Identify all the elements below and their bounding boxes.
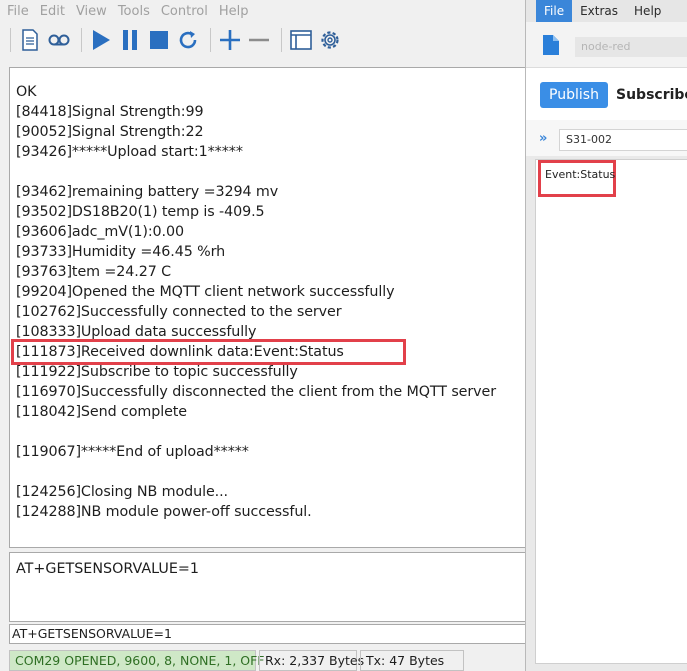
toolbar-separator	[281, 28, 282, 52]
file-icon[interactable]	[542, 34, 560, 56]
add-button[interactable]	[217, 27, 243, 53]
pause-icon	[123, 30, 137, 50]
refresh-button[interactable]	[175, 27, 201, 53]
toolbar	[0, 24, 530, 56]
minus-icon	[249, 38, 269, 42]
output-line: [102762]Successfully connected to the se…	[16, 304, 342, 320]
command-history-field[interactable]: AT+GETSENSORVALUE=1	[9, 624, 528, 644]
menu-help[interactable]: Help	[219, 4, 249, 19]
disconnect-button[interactable]	[146, 27, 172, 53]
menu-tools[interactable]: Tools	[118, 4, 150, 19]
connection-tabs: node-red	[526, 22, 687, 68]
output-line: [124256]Closing NB module...	[16, 484, 228, 500]
highlighted-output-line: [111873]Received downlink data:Event:Sta…	[11, 339, 406, 365]
output-line: [93426]*****Upload start:1*****	[16, 144, 243, 160]
desktop: File Edit View Tools Control Help OK [84…	[0, 0, 687, 671]
output-line: [116970]Successfully disconnected the cl…	[16, 384, 496, 400]
tape-icon	[48, 34, 70, 46]
serial-output-area[interactable]: OK [84418]Signal Strength:99 [90052]Signal…	[9, 67, 528, 548]
toolbar-separator	[81, 28, 82, 52]
settings-button[interactable]	[317, 27, 343, 53]
toolbar-separator	[210, 28, 211, 52]
view-window-button[interactable]	[288, 27, 314, 53]
output-line: [93502]DS18B20(1) temp is -409.5	[16, 204, 265, 220]
publish-tab[interactable]: Publish	[540, 82, 608, 108]
window-icon	[290, 30, 312, 50]
menu-view[interactable]: View	[76, 4, 107, 19]
menu-file[interactable]: File	[7, 4, 29, 19]
refresh-icon	[179, 31, 197, 49]
message-payload: Event:Status	[538, 160, 616, 197]
mode-selector: Publish Subscribe	[526, 68, 687, 120]
output-line: [119067]*****End of upload*****	[16, 444, 249, 460]
message-area[interactable]: Event:Status	[535, 159, 687, 664]
status-bar: COM29 OPENED, 9600, 8, NONE, 1, OFF Rx: …	[9, 650, 530, 671]
menu-edit[interactable]: Edit	[40, 4, 65, 19]
output-line: [93733]Humidity =46.45 %rh	[16, 244, 226, 260]
output-line: [93462]remaining battery =3294 mv	[16, 184, 279, 200]
subscribe-tab[interactable]: Subscribe	[616, 82, 687, 108]
topic-row: » S31-002	[526, 120, 687, 156]
output-line: [90052]Signal Strength:22	[16, 124, 204, 140]
toolbar-separator	[10, 28, 11, 52]
mqtt-menu-help[interactable]: Help	[626, 0, 669, 22]
topic-input[interactable]: S31-002	[559, 129, 687, 151]
pause-button[interactable]	[117, 27, 143, 53]
mqtt-menu-file[interactable]: File	[536, 0, 573, 22]
output-line: [118042]Send complete	[16, 404, 187, 420]
plus-icon	[220, 30, 240, 50]
mqtt-menu-bar: File Extras Help	[526, 0, 687, 22]
connect-button[interactable]	[88, 27, 114, 53]
output-line: [84418]Signal Strength:99	[16, 104, 204, 120]
capture-button[interactable]	[46, 27, 72, 53]
mqtt-client-window: File Extras Help node-red Publish Subscr…	[525, 0, 687, 671]
gear-icon	[321, 31, 339, 49]
connection-status: COM29 OPENED, 9600, 8, NONE, 1, OFF	[9, 650, 265, 671]
connection-tab[interactable]: node-red	[575, 37, 687, 57]
output-line: [111922]Subscribe to topic successfully	[16, 364, 298, 380]
document-icon	[22, 29, 38, 51]
output-line: OK	[16, 84, 37, 100]
menu-control[interactable]: Control	[161, 4, 208, 19]
serial-terminal-window: File Edit View Tools Control Help OK [84…	[0, 0, 530, 671]
play-icon	[93, 30, 110, 50]
output-line: [124288]NB module power-off successful.	[16, 504, 312, 520]
new-document-button[interactable]	[17, 27, 43, 53]
send-input-area[interactable]: AT+GETSENSORVALUE=1	[9, 552, 528, 622]
output-line: [93763]tem =24.27 C	[16, 264, 172, 280]
rx-counter: Rx: 2,337 Bytes	[259, 650, 364, 671]
output-line: [93606]adc_mV(1):0.00	[16, 224, 184, 240]
tx-counter: Tx: 47 Bytes	[360, 650, 464, 671]
stop-icon	[150, 31, 168, 49]
output-line: [108333]Upload data successfully	[16, 324, 257, 340]
chevron-right-icon[interactable]: »	[539, 131, 547, 146]
send-input-text: AT+GETSENSORVALUE=1	[16, 561, 199, 577]
remove-button[interactable]	[246, 27, 272, 53]
menu-bar: File Edit View Tools Control Help	[0, 0, 530, 22]
mqtt-menu-extras[interactable]: Extras	[572, 0, 626, 22]
output-line: [99204]Opened the MQTT client network su…	[16, 284, 395, 300]
